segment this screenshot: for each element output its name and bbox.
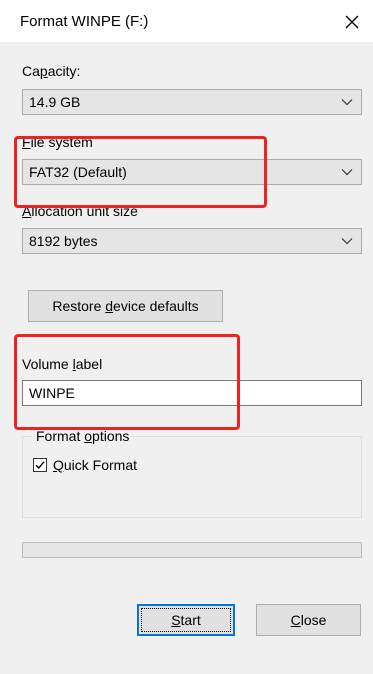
capacity-label: Capacity: (22, 63, 81, 79)
quick-format-label[interactable]: Quick Format (53, 456, 137, 474)
allocation-unit-label: Allocation unit size (22, 203, 138, 219)
file-system-value: FAT32 (Default) (29, 164, 127, 180)
format-progress-bar (22, 542, 362, 558)
close-window-button[interactable] (340, 10, 364, 34)
chevron-down-icon (341, 169, 353, 176)
title-bar: Format WINPE (F:) (0, 0, 373, 42)
file-system-dropdown[interactable]: FAT32 (Default) (22, 159, 362, 185)
file-system-label: File system (22, 134, 93, 150)
chevron-down-icon (341, 99, 353, 106)
volume-label-input[interactable]: WINPE (22, 380, 362, 406)
start-button[interactable]: Start (137, 604, 235, 636)
quick-format-checkbox[interactable] (33, 458, 47, 472)
capacity-value: 14.9 GB (29, 94, 81, 110)
allocation-unit-dropdown[interactable]: 8192 bytes (22, 228, 362, 254)
volume-label-value: WINPE (29, 385, 75, 401)
chevron-down-icon (341, 238, 353, 245)
window-title: Format WINPE (F:) (20, 13, 149, 30)
restore-defaults-button[interactable]: Restore device defaults (28, 290, 223, 322)
close-button[interactable]: Close (256, 604, 361, 636)
capacity-dropdown[interactable]: 14.9 GB (22, 89, 362, 115)
allocation-unit-value: 8192 bytes (29, 233, 98, 249)
checkmark-icon (35, 461, 45, 470)
volume-label-label: Volume label (22, 356, 103, 372)
format-options-title: Format options (34, 427, 132, 445)
close-icon (345, 15, 359, 29)
format-options-group (22, 436, 362, 518)
dialog-body: Capacity: 14.9 GB File system FAT32 (Def… (0, 42, 373, 674)
